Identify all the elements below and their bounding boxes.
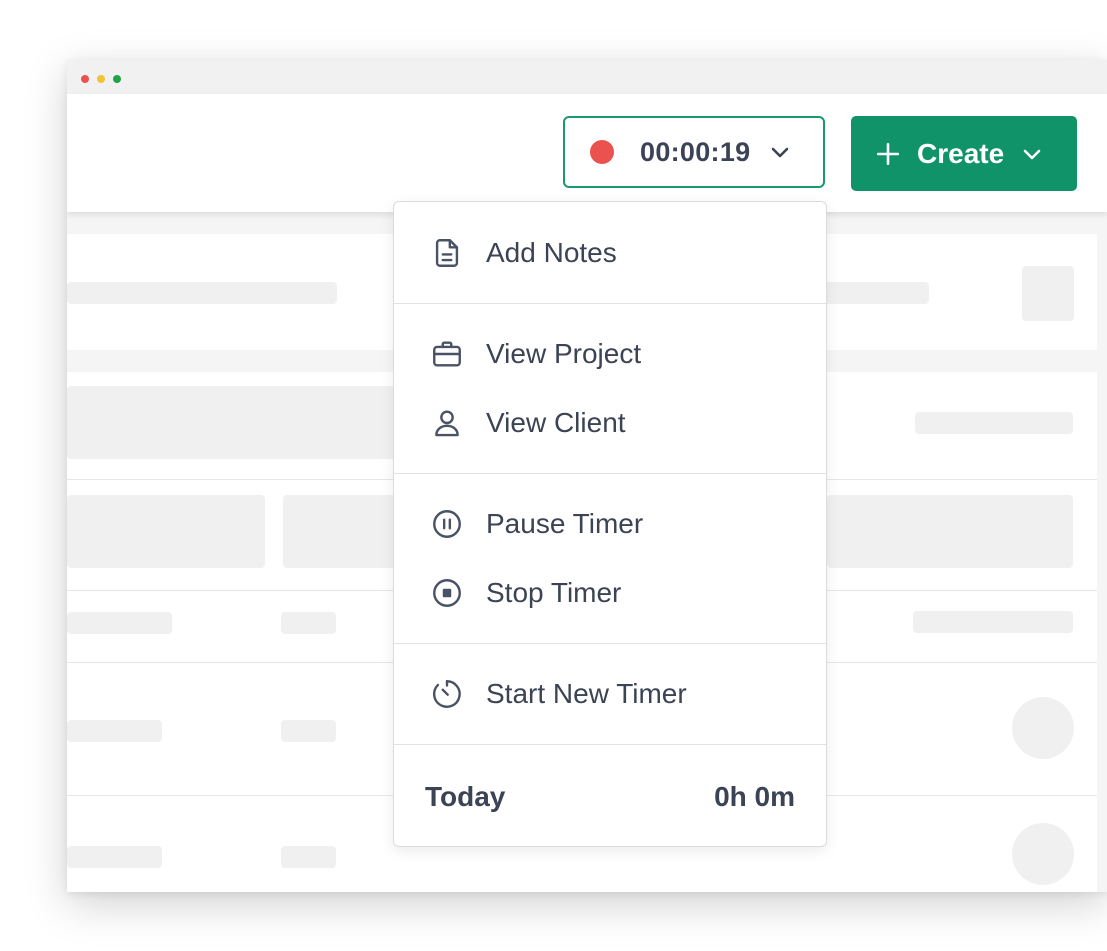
placeholder-square (1022, 266, 1074, 321)
placeholder-bar (67, 282, 337, 304)
menu-divider (394, 643, 826, 644)
timer-elapsed: 00:00:19 (640, 136, 751, 167)
pause-circle-icon (433, 510, 461, 538)
document-icon (435, 239, 459, 267)
placeholder-bar (67, 846, 162, 868)
placeholder-block (67, 495, 265, 568)
placeholder-bar (281, 720, 336, 742)
menu-item-start-new-timer[interactable]: Start New Timer (394, 664, 826, 724)
menu-divider (394, 744, 826, 745)
top-header: 00:00:19 Create (67, 94, 1107, 212)
chevron-down-icon (772, 147, 789, 158)
menu-item-pause-timer[interactable]: Pause Timer (394, 494, 826, 554)
chevron-down-icon (1023, 149, 1041, 159)
recording-indicator (590, 140, 614, 164)
window-maximize-button[interactable] (113, 75, 121, 83)
running-timer-button[interactable]: 00:00:19 (563, 116, 825, 188)
window-close-button[interactable] (81, 75, 89, 83)
briefcase-icon (433, 341, 461, 367)
timer-dropdown-menu: Add Notes View Project View Client Pause… (393, 201, 827, 847)
menu-item-label: Add Notes (486, 237, 617, 268)
placeholder-block (283, 495, 403, 568)
menu-item-view-client[interactable]: View Client (394, 393, 826, 453)
stopwatch-icon (433, 680, 461, 708)
placeholder-bar (915, 412, 1073, 434)
placeholder-avatar (1012, 823, 1074, 885)
user-icon (435, 410, 459, 437)
placeholder-bar (67, 720, 162, 742)
today-label: Today (425, 781, 506, 812)
menu-item-add-notes[interactable]: Add Notes (394, 223, 826, 283)
window-titlebar (67, 60, 1107, 94)
menu-divider (394, 303, 826, 304)
placeholder-block (67, 386, 407, 459)
placeholder-bar (913, 611, 1073, 633)
menu-item-stop-timer[interactable]: Stop Timer (394, 563, 826, 623)
today-total: 0h 0m (714, 781, 795, 812)
menu-divider (394, 473, 826, 474)
menu-item-label: Stop Timer (486, 577, 622, 608)
create-button-label: Create (917, 137, 1005, 169)
placeholder-bar (67, 612, 172, 634)
menu-item-label: View Project (486, 338, 642, 369)
create-button[interactable]: Create (851, 116, 1077, 191)
placeholder-bar (281, 612, 336, 634)
placeholder-avatar (1012, 697, 1074, 759)
placeholder-bar (281, 846, 336, 868)
stop-circle-icon (433, 579, 461, 607)
menu-item-label: View Client (486, 407, 626, 438)
placeholder-block (827, 495, 1073, 568)
menu-item-view-project[interactable]: View Project (394, 324, 826, 384)
today-summary-row: Today 0h 0m (394, 753, 826, 843)
menu-item-label: Start New Timer (486, 678, 687, 709)
menu-item-label: Pause Timer (486, 508, 644, 539)
window-minimize-button[interactable] (97, 75, 105, 83)
plus-icon (876, 142, 900, 165)
